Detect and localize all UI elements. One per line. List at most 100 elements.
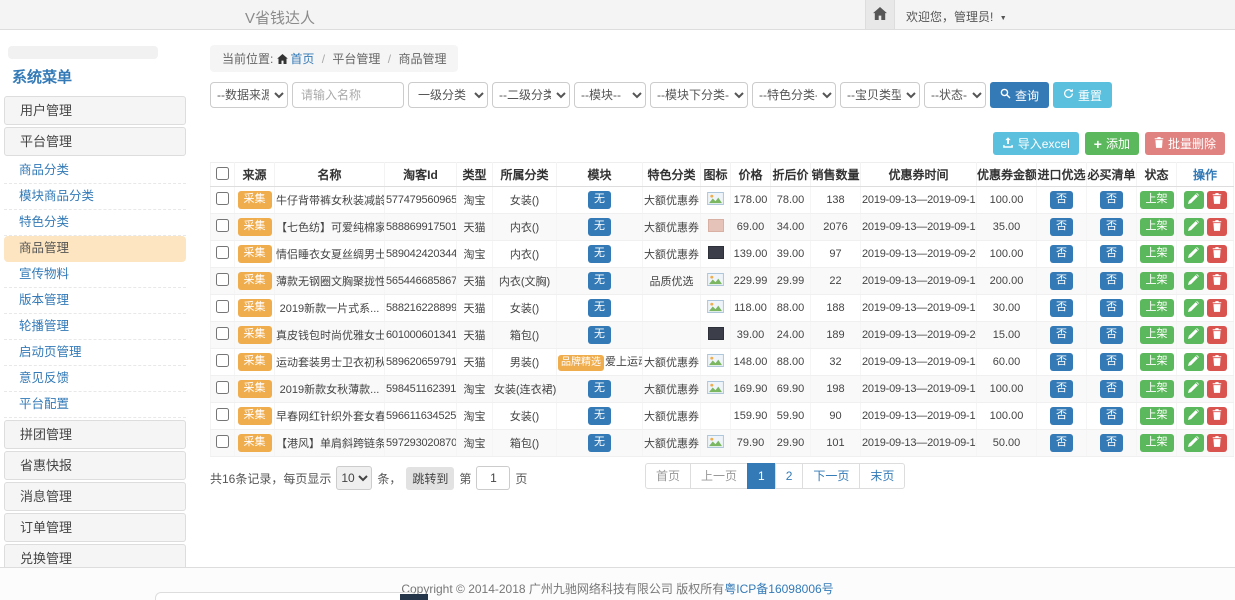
edit-button[interactable] [1184, 191, 1204, 209]
row-checkbox[interactable] [216, 381, 229, 394]
row-checkbox[interactable] [216, 219, 229, 232]
sidebar-sub-item[interactable]: 平台配置 [4, 392, 186, 418]
import-select-badge[interactable]: 否 [1050, 326, 1073, 344]
edit-button[interactable] [1184, 353, 1204, 371]
sidebar-group-item[interactable]: 订单管理 [4, 513, 186, 542]
status-badge[interactable]: 上架 [1140, 272, 1174, 290]
search-button[interactable]: 查询 [990, 82, 1049, 108]
import-select-badge[interactable]: 否 [1050, 434, 1073, 452]
reset-button[interactable]: 重置 [1053, 82, 1112, 108]
import-select-badge[interactable]: 否 [1050, 407, 1073, 425]
must-buy-badge[interactable]: 否 [1100, 191, 1123, 209]
sidebar-sub-item[interactable]: 版本管理 [4, 288, 186, 314]
delete-button[interactable] [1207, 218, 1227, 236]
page-button[interactable]: 首页 [645, 463, 691, 489]
import-select-badge[interactable]: 否 [1050, 218, 1073, 236]
sidebar-sub-item[interactable]: 宣传物料 [4, 262, 186, 288]
status-badge[interactable]: 上架 [1140, 434, 1174, 452]
level1-category-select[interactable]: 一级分类 [408, 82, 488, 108]
must-buy-badge[interactable]: 否 [1100, 434, 1123, 452]
page-button[interactable]: 2 [775, 463, 804, 489]
row-checkbox[interactable] [216, 354, 229, 367]
row-checkbox[interactable] [216, 273, 229, 286]
sidebar-sub-item[interactable]: 特色分类 [4, 210, 186, 236]
delete-button[interactable] [1207, 407, 1227, 425]
select-all-checkbox[interactable] [216, 167, 229, 180]
batch-delete-button[interactable]: 批量删除 [1145, 132, 1225, 155]
sidebar-sub-item[interactable]: 商品管理 [4, 236, 186, 262]
page-button[interactable]: 上一页 [690, 463, 748, 489]
must-buy-badge[interactable]: 否 [1100, 245, 1123, 263]
sidebar-group-item[interactable]: 消息管理 [4, 482, 186, 511]
row-checkbox[interactable] [216, 327, 229, 340]
sidebar-sub-item[interactable]: 启动页管理 [4, 340, 186, 366]
add-button[interactable]: + 添加 [1085, 132, 1139, 155]
edit-button[interactable] [1184, 218, 1204, 236]
delete-button[interactable] [1207, 380, 1227, 398]
delete-button[interactable] [1207, 353, 1227, 371]
edit-button[interactable] [1184, 245, 1204, 263]
edit-button[interactable] [1184, 434, 1204, 452]
feature-category-select[interactable]: --特色分类-- [752, 82, 836, 108]
module-subcategory-select[interactable]: --模块下分类-- [650, 82, 748, 108]
edit-button[interactable] [1184, 326, 1204, 344]
item-type-select[interactable]: --宝贝类型-- [840, 82, 920, 108]
delete-button[interactable] [1207, 245, 1227, 263]
edit-button[interactable] [1184, 299, 1204, 317]
per-page-select[interactable]: 10 [336, 466, 372, 490]
import-select-badge[interactable]: 否 [1050, 272, 1073, 290]
jump-button[interactable]: 跳转到 [406, 467, 454, 490]
status-badge[interactable]: 上架 [1140, 353, 1174, 371]
delete-button[interactable] [1207, 272, 1227, 290]
page-button[interactable]: 1 [747, 463, 776, 489]
user-menu[interactable]: 欢迎您，管理员! ▼ [906, 8, 1007, 25]
must-buy-badge[interactable]: 否 [1100, 272, 1123, 290]
icp-link[interactable]: 粤ICP备16098006号 [724, 582, 833, 596]
name-search-input[interactable] [292, 82, 404, 108]
must-buy-badge[interactable]: 否 [1100, 353, 1123, 371]
status-select[interactable]: --状态-- [924, 82, 986, 108]
status-badge[interactable]: 上架 [1140, 407, 1174, 425]
page-number-input[interactable] [476, 466, 510, 490]
breadcrumb-home-link[interactable]: 首页 [290, 52, 314, 66]
status-badge[interactable]: 上架 [1140, 218, 1174, 236]
import-excel-button[interactable]: 导入excel [993, 132, 1079, 155]
status-badge[interactable]: 上架 [1140, 299, 1174, 317]
row-checkbox[interactable] [216, 300, 229, 313]
must-buy-badge[interactable]: 否 [1100, 380, 1123, 398]
sidebar-sub-item[interactable]: 模块商品分类 [4, 184, 186, 210]
sidebar-sub-item[interactable]: 商品分类 [4, 158, 186, 184]
delete-button[interactable] [1207, 191, 1227, 209]
edit-button[interactable] [1184, 407, 1204, 425]
must-buy-badge[interactable]: 否 [1100, 326, 1123, 344]
row-checkbox[interactable] [216, 246, 229, 259]
status-badge[interactable]: 上架 [1140, 326, 1174, 344]
delete-button[interactable] [1207, 434, 1227, 452]
sidebar-group-item[interactable]: 拼团管理 [4, 420, 186, 449]
import-select-badge[interactable]: 否 [1050, 380, 1073, 398]
must-buy-badge[interactable]: 否 [1100, 218, 1123, 236]
sidebar-group-item[interactable]: 用户管理 [4, 96, 186, 125]
sidebar-sub-item[interactable]: 轮播管理 [4, 314, 186, 340]
data-source-select[interactable]: --数据来源-- [210, 82, 288, 108]
status-badge[interactable]: 上架 [1140, 245, 1174, 263]
delete-button[interactable] [1207, 326, 1227, 344]
sidebar-sub-item[interactable]: 意见反馈 [4, 366, 186, 392]
import-select-badge[interactable]: 否 [1050, 299, 1073, 317]
page-button[interactable]: 下一页 [802, 463, 860, 489]
edit-button[interactable] [1184, 272, 1204, 290]
row-checkbox[interactable] [216, 192, 229, 205]
status-badge[interactable]: 上架 [1140, 191, 1174, 209]
home-button[interactable] [865, 0, 895, 29]
sidebar-group-item[interactable]: 省惠快报 [4, 451, 186, 480]
import-select-badge[interactable]: 否 [1050, 353, 1073, 371]
page-button[interactable]: 末页 [859, 463, 905, 489]
module-select[interactable]: --模块-- [574, 82, 646, 108]
must-buy-badge[interactable]: 否 [1100, 407, 1123, 425]
sidebar-group-item[interactable]: 平台管理 [4, 127, 186, 156]
status-badge[interactable]: 上架 [1140, 380, 1174, 398]
import-select-badge[interactable]: 否 [1050, 191, 1073, 209]
import-select-badge[interactable]: 否 [1050, 245, 1073, 263]
sidebar-group-item[interactable]: 兑换管理 [4, 544, 186, 567]
level2-category-select[interactable]: --二级分类-- [492, 82, 570, 108]
